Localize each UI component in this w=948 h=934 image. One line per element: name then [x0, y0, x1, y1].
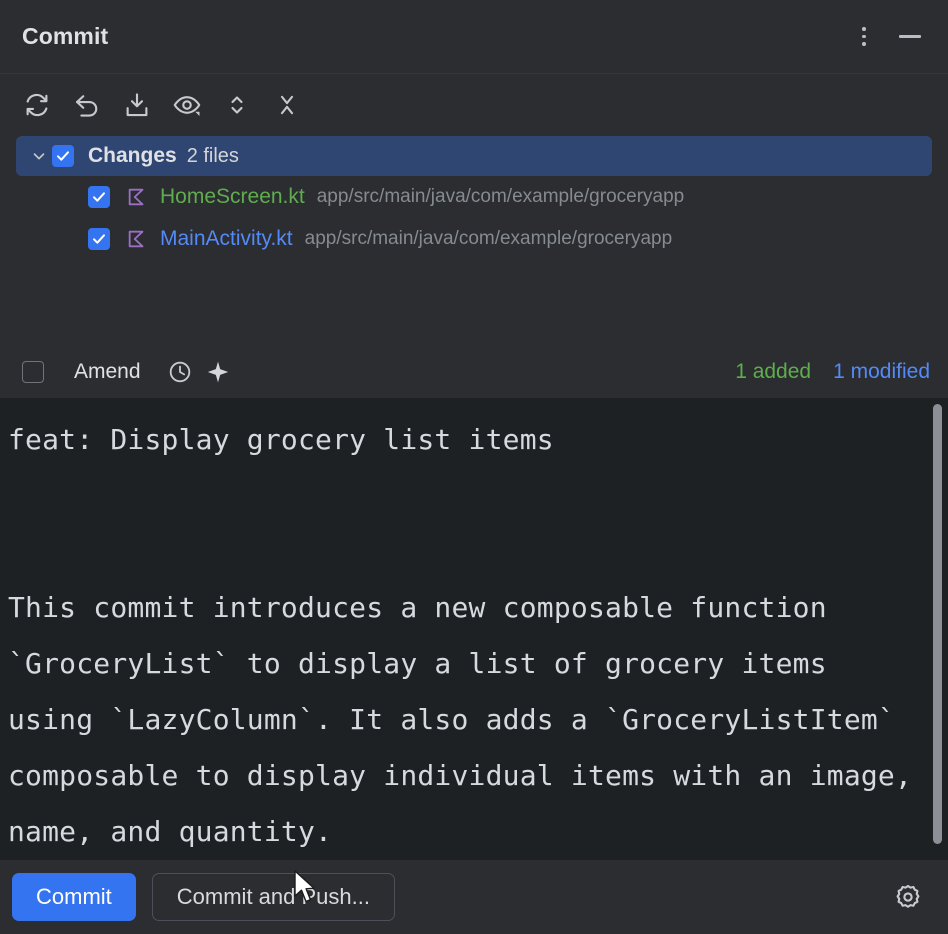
commit-message-history-button[interactable]: [161, 353, 199, 391]
rollback-button[interactable]: [66, 84, 108, 126]
changes-toolbar: [0, 74, 948, 136]
list-item[interactable]: MainActivity.kt app/src/main/java/com/ex…: [16, 218, 932, 260]
sparkle-ai-icon: [205, 359, 231, 385]
generate-message-ai-button[interactable]: [199, 353, 237, 391]
changes-tree: Changes 2 files HomeScreen.kt app/src/ma…: [0, 136, 948, 346]
title-bar-actions: [844, 17, 930, 57]
file-name: MainActivity.kt: [160, 227, 293, 251]
file-path: app/src/main/java/com/example/groceryapp: [305, 228, 673, 250]
refresh-icon: [22, 90, 52, 120]
title-bar: Commit: [0, 0, 948, 74]
commit-button[interactable]: Commit: [12, 873, 136, 921]
changes-node-checkbox[interactable]: [52, 145, 74, 167]
check-icon: [91, 189, 107, 205]
expand-collapse-icon: [222, 90, 252, 120]
file-name: HomeScreen.kt: [160, 185, 305, 209]
footer-button-bar: Commit Commit and Push...: [0, 860, 948, 934]
gear-icon: [893, 882, 923, 912]
commit-message-input[interactable]: feat: Display grocery list items This co…: [0, 398, 948, 860]
rollback-icon: [72, 90, 102, 120]
page-title: Commit: [22, 23, 844, 50]
stat-modified: 1 modified: [833, 360, 930, 384]
minimize-button[interactable]: [890, 17, 930, 57]
chevron-down-icon[interactable]: [26, 143, 52, 169]
shelve-icon: [122, 90, 152, 120]
expand-collapse-button[interactable]: [216, 84, 258, 126]
changes-node-title: Changes: [88, 144, 177, 168]
check-icon: [55, 148, 71, 164]
shelve-button[interactable]: [116, 84, 158, 126]
kotlin-file-icon: [124, 184, 150, 210]
commit-message-area[interactable]: feat: Display grocery list items This co…: [0, 398, 948, 860]
amend-bar: Amend 1 added 1 modified: [0, 346, 948, 398]
more-options-button[interactable]: [844, 17, 884, 57]
refresh-button[interactable]: [16, 84, 58, 126]
minimize-icon: [899, 35, 921, 38]
collapse-all-icon: [272, 90, 302, 120]
file-checkbox[interactable]: [88, 228, 110, 250]
changes-file-count: 2 files: [187, 145, 239, 168]
list-item[interactable]: HomeScreen.kt app/src/main/java/com/exam…: [16, 176, 932, 218]
preview-diff-icon: [172, 90, 202, 120]
scrollbar-thumb[interactable]: [933, 404, 942, 844]
commit-settings-button[interactable]: [886, 875, 930, 919]
commit-tool-window: Commit: [0, 0, 948, 934]
check-icon: [91, 231, 107, 247]
kotlin-file-icon: [124, 226, 150, 252]
preview-diff-button[interactable]: [166, 84, 208, 126]
changes-node-row[interactable]: Changes 2 files: [16, 136, 932, 176]
commit-and-push-button[interactable]: Commit and Push...: [152, 873, 395, 921]
file-checkbox[interactable]: [88, 186, 110, 208]
amend-label: Amend: [74, 360, 141, 384]
vertical-dots-icon: [862, 27, 866, 46]
collapse-all-button[interactable]: [266, 84, 308, 126]
clock-history-icon: [167, 359, 193, 385]
amend-checkbox[interactable]: [22, 361, 44, 383]
stat-added: 1 added: [735, 360, 811, 384]
commit-message-scrollbar[interactable]: [931, 398, 943, 860]
file-path: app/src/main/java/com/example/groceryapp: [317, 186, 685, 208]
